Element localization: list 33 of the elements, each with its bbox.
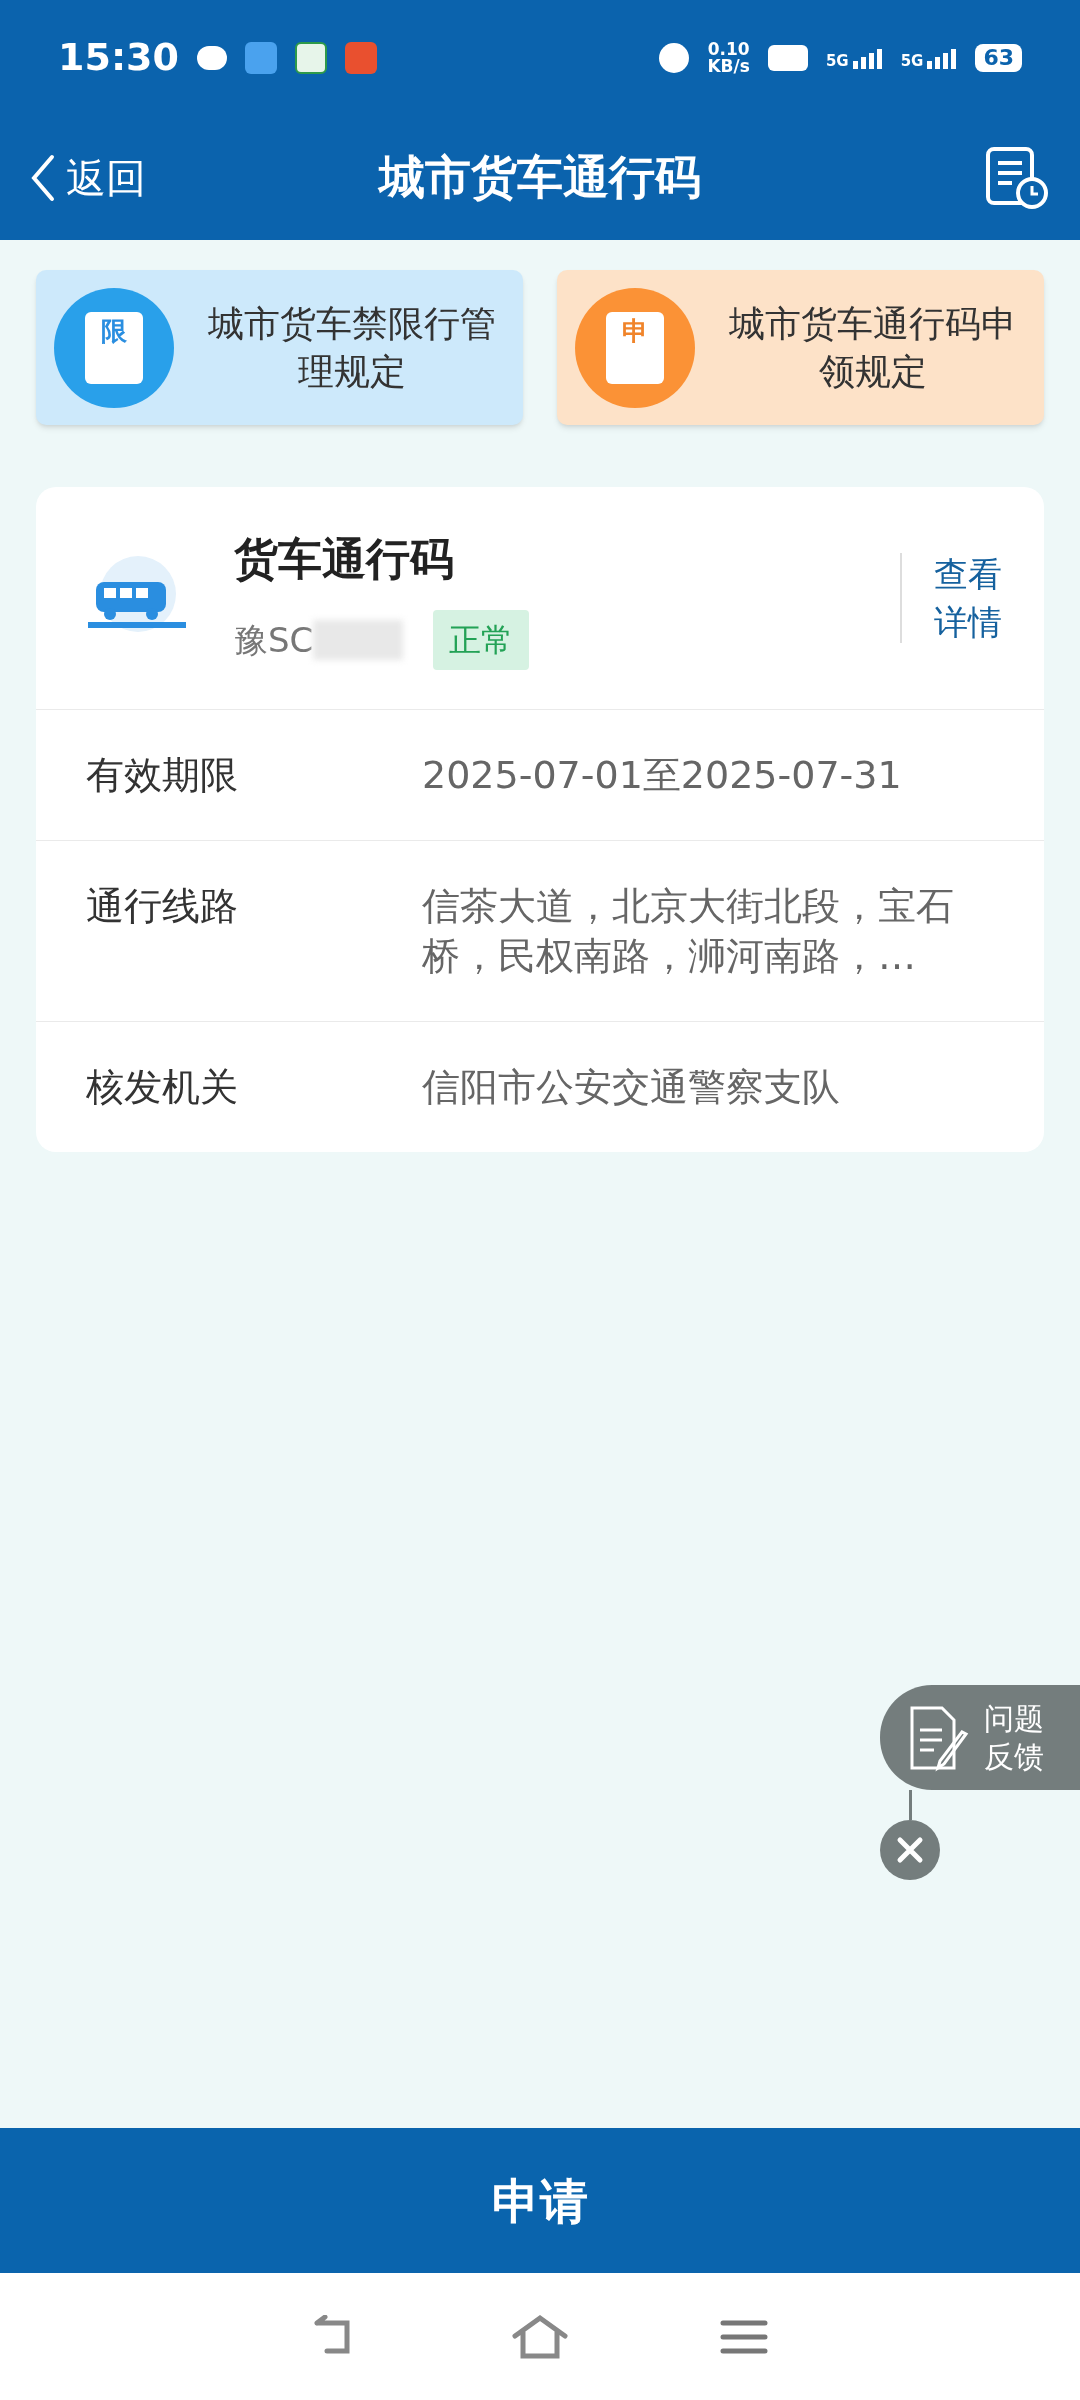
- regulation-title: 城市货车禁限行管理规定: [206, 301, 497, 394]
- status-badge: 正常: [433, 610, 530, 670]
- icon-glyph: 限: [101, 317, 127, 344]
- chevron-left-icon: [30, 152, 56, 203]
- signal-icon: [927, 46, 958, 69]
- plate-number: 豫SC: [234, 618, 314, 662]
- icon-glyph: 申: [622, 317, 648, 344]
- document-clock-icon[interactable]: [984, 144, 1050, 211]
- back-button[interactable]: 返回: [30, 147, 146, 208]
- network-type: 5G: [825, 53, 849, 69]
- field-label: 有效期限: [86, 752, 239, 799]
- home-nav-icon[interactable]: [511, 2313, 569, 2360]
- view-details-link[interactable]: 查看详情: [932, 550, 1004, 646]
- field-value: 信阳市公安交通警察支队: [422, 1064, 841, 1111]
- network-speed: 0.10 KB/s: [707, 40, 750, 75]
- clock-time: 15:30: [58, 34, 179, 81]
- close-icon: [896, 1836, 924, 1864]
- regulation-title: 城市货车通行码申领规定: [727, 301, 1018, 394]
- network-type: 5G: [900, 53, 924, 69]
- field-label: 核发机关: [86, 1064, 239, 1111]
- feedback-button[interactable]: 问题反馈: [880, 1685, 1080, 1790]
- signal-icon: [852, 46, 883, 69]
- field-value: 信茶大道，北京大街北段，宝石桥，民权南路，浉河南路，…: [422, 883, 955, 980]
- feedback-label: 问题反馈: [984, 1699, 1045, 1776]
- close-button[interactable]: [880, 1820, 940, 1880]
- regulation-card[interactable]: 申 城市货车通行码申领规定: [557, 270, 1044, 425]
- pass-title: 货车通行码: [234, 532, 455, 586]
- apply-button[interactable]: 申请: [0, 2128, 1080, 2273]
- page-title: 城市货车通行码: [379, 149, 701, 206]
- battery-indicator: 63: [975, 43, 1022, 72]
- field-value: 2025-07-01至2025-07-31: [422, 752, 903, 799]
- regulation-card[interactable]: 限 城市货车禁限行管理规定: [36, 270, 523, 425]
- field-label: 通行线路: [86, 883, 239, 930]
